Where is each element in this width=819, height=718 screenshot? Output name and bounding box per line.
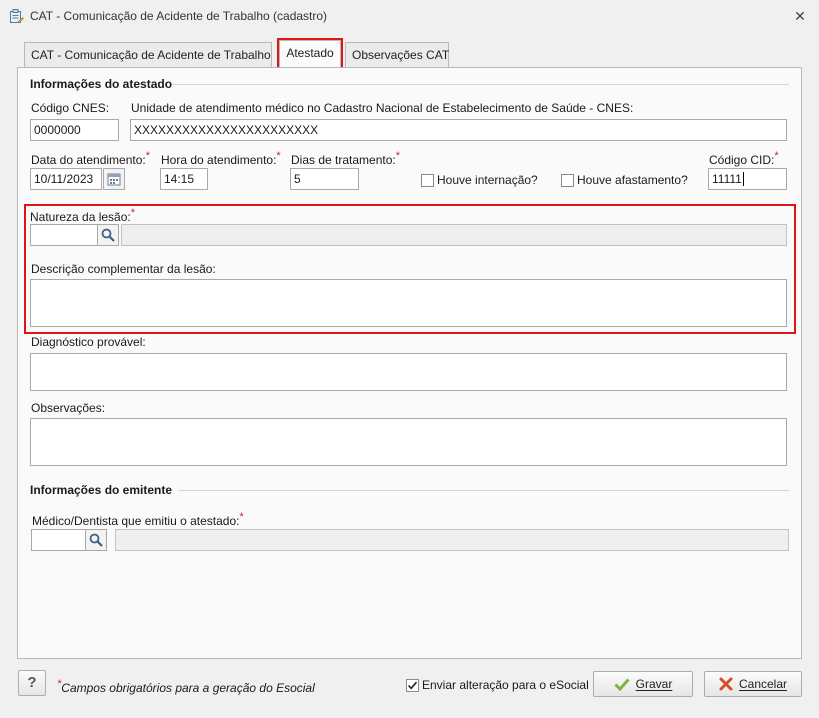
cid-value: 11111	[712, 172, 742, 186]
save-button-label: Gravar	[635, 677, 673, 691]
section-divider	[179, 490, 789, 491]
help-button[interactable]: ?	[18, 670, 46, 696]
medico-search-button[interactable]	[85, 529, 107, 551]
enviar-label: Enviar alteração para o eSocial	[422, 678, 589, 692]
section-title-atestado: Informações do atestado	[30, 77, 173, 91]
cnes-input[interactable]: 0000000	[30, 119, 119, 141]
diagnostico-textarea[interactable]	[30, 353, 787, 391]
tab-label: Observações CAT	[352, 48, 450, 62]
dias-label-text: Dias de tratamento:	[291, 153, 396, 167]
hora-input[interactable]: 14:15	[160, 168, 208, 190]
search-icon	[89, 533, 103, 547]
required-mark: *	[239, 511, 244, 523]
data-input[interactable]: 10/11/2023	[30, 168, 102, 190]
natureza-label: Natureza da lesão:*	[30, 207, 135, 224]
close-icon[interactable]: ✕	[791, 7, 809, 25]
cancel-button-label: Cancelar	[738, 677, 788, 691]
required-mark: *	[774, 150, 779, 162]
x-icon	[719, 677, 733, 691]
section-title-emitente: Informações do emitente	[30, 483, 173, 497]
medico-desc-field	[115, 529, 789, 551]
window-title: CAT - Comunicação de Acidente de Trabalh…	[30, 9, 328, 23]
text-cursor	[742, 172, 744, 186]
observacoes-label: Observações:	[31, 401, 106, 415]
natureza-label-text: Natureza da lesão:	[30, 210, 131, 224]
medico-label: Médico/Dentista que emitiu o atestado:*	[32, 511, 244, 528]
section-divider	[173, 84, 789, 85]
descricao-label: Descrição complementar da lesão:	[31, 262, 216, 276]
dias-label: Dias de tratamento:*	[291, 150, 400, 167]
afastamento-label: Houve afastamento?	[577, 173, 688, 187]
cid-input[interactable]: 11111	[708, 168, 787, 190]
required-note-text: Campos obrigatórios para a geração do Es…	[61, 681, 315, 695]
natureza-search-button[interactable]	[97, 224, 119, 246]
natureza-desc-field	[121, 224, 787, 246]
checkmark-icon	[614, 678, 630, 691]
diagnostico-label: Diagnóstico provável:	[31, 335, 146, 349]
required-mark: *	[395, 150, 400, 162]
natureza-code-input[interactable]	[30, 224, 98, 246]
unidade-input[interactable]: XXXXXXXXXXXXXXXXXXXXXXX	[130, 119, 787, 141]
medico-code-input[interactable]	[31, 529, 86, 551]
cid-label-text: Código CID:	[709, 153, 775, 167]
cancel-button[interactable]: Cancelar	[704, 671, 802, 697]
required-note: *Campos obrigatórios para a geração do E…	[57, 678, 315, 695]
save-button[interactable]: Gravar	[593, 671, 693, 697]
cnes-label: Código CNES:	[31, 101, 110, 115]
afastamento-checkbox[interactable]	[561, 174, 574, 187]
tab-observacoes[interactable]: Observações CAT	[345, 42, 449, 68]
calendar-button[interactable]	[103, 168, 125, 190]
internacao-label: Houve internação?	[437, 173, 538, 187]
tab-cat[interactable]: CAT - Comunicação de Acidente de Trabalh…	[24, 42, 272, 68]
unidade-label: Unidade de atendimento médico no Cadastr…	[131, 101, 634, 115]
required-mark: *	[130, 207, 136, 219]
calendar-icon	[107, 173, 121, 186]
data-label-text: Data do atendimento:	[31, 153, 146, 167]
enviar-checkbox[interactable]	[406, 679, 419, 692]
tab-label: CAT - Comunicação de Acidente de Trabalh…	[31, 48, 271, 62]
cid-label: Código CID:*	[709, 150, 779, 167]
app-icon	[9, 9, 24, 24]
required-mark: *	[276, 150, 281, 162]
internacao-checkbox[interactable]	[421, 174, 434, 187]
check-icon	[407, 681, 418, 690]
hora-label: Hora do atendimento:*	[161, 150, 281, 167]
data-label: Data do atendimento:*	[31, 150, 150, 167]
observacoes-textarea[interactable]	[30, 418, 787, 466]
hora-label-text: Hora do atendimento:	[161, 153, 277, 167]
required-mark: *	[145, 150, 151, 162]
dias-input[interactable]: 5	[290, 168, 359, 190]
tab-highlight-box	[277, 38, 343, 69]
descricao-textarea[interactable]	[30, 279, 787, 327]
search-icon	[101, 228, 115, 242]
medico-label-text: Médico/Dentista que emitiu o atestado:	[32, 514, 240, 528]
